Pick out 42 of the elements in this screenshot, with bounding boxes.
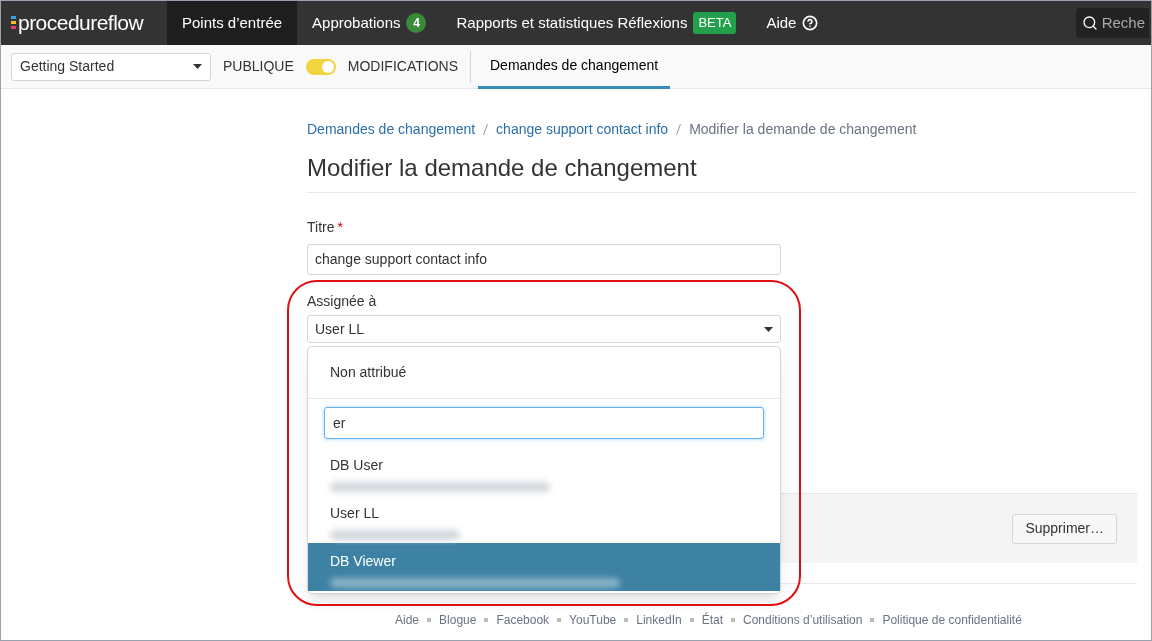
breadcrumb-separator-icon (676, 124, 682, 135)
dropdown-option[interactable]: DB Viewer (308, 543, 780, 591)
nav-tab[interactable]: Rapports et statistiques Réflexions BETA (441, 1, 752, 45)
toggle-label: PUBLIQUE (223, 57, 294, 76)
field-label: Assignée à (307, 292, 378, 311)
footer-link[interactable]: Facebook (496, 611, 550, 629)
assignee-select[interactable]: User LL (307, 315, 781, 343)
dropdown-option[interactable]: Non attribué (308, 347, 780, 399)
breadcrumb-separator-icon (483, 124, 489, 135)
logo-mark-icon (11, 16, 16, 30)
footer-link[interactable]: Aide (395, 611, 420, 629)
footer-link[interactable]: LinkedIn (636, 611, 682, 629)
delete-button[interactable]: Supprimer… (1012, 513, 1117, 544)
project-select[interactable]: Getting Started (11, 52, 211, 81)
toggle-label: MODIFICATIONS (347, 57, 458, 76)
page-heading: Modifier la demande de changement (307, 150, 1137, 193)
beta-badge: BETA (693, 12, 737, 34)
footer-link[interactable]: Conditions d’utilisation (743, 611, 863, 629)
title-input[interactable]: change support contact info (307, 244, 781, 275)
nav-tab[interactable]: Aide (751, 1, 834, 45)
search-icon (1081, 15, 1098, 31)
section-tab[interactable]: Demandes de changement (478, 44, 671, 89)
dropdown-search-field[interactable]: er (324, 407, 764, 439)
breadcrumb-link[interactable]: change support contact info (496, 119, 669, 140)
mode-toggle[interactable] (305, 58, 336, 75)
caret-icon (193, 64, 202, 69)
dropdown-option[interactable]: DB User (308, 447, 780, 495)
footer-link[interactable]: Blogue (439, 611, 477, 629)
field-label: Titre (307, 218, 335, 237)
nav-tab[interactable]: Approbations 4 (297, 1, 442, 45)
footer-link[interactable]: YouTube (569, 611, 617, 629)
footer-link[interactable]: Politique de confidentialité (882, 611, 1022, 629)
count-badge: 4 (406, 13, 427, 33)
footer-link[interactable]: État (701, 611, 723, 629)
dropdown-option[interactable]: User LL (308, 495, 780, 543)
nav-tab[interactable]: Points d’entrée (167, 1, 298, 45)
search-field[interactable]: Reche (1075, 8, 1149, 38)
caret-icon (764, 326, 773, 332)
breadcrumb-link[interactable]: Demandes de changement (307, 119, 476, 140)
app-logo[interactable]: procedureflow (1, 1, 167, 45)
breadcrumb-current: Modifier la demande de changement (689, 120, 917, 139)
required-mark: * (337, 218, 343, 237)
